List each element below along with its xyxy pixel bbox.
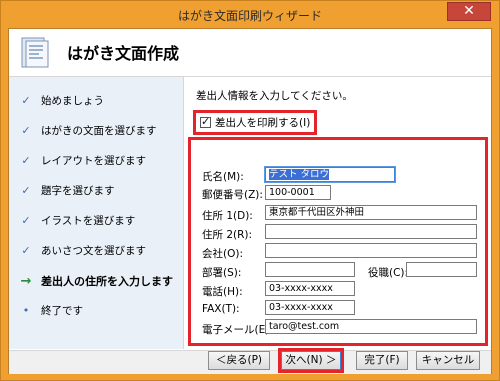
print-sender-label[interactable]: 差出人を印刷する(I) xyxy=(215,115,310,130)
company-label: 会社(O): xyxy=(202,248,243,260)
department-field[interactable] xyxy=(265,262,355,277)
step-item: ✓ 題字を選びます xyxy=(19,183,115,198)
name-label: 氏名(M): xyxy=(202,171,244,183)
position-field[interactable] xyxy=(406,262,477,277)
step-item: ✓ はがきの文面を選びます xyxy=(19,123,157,138)
print-sender-checkbox-highlight: 差出人を印刷する(I) xyxy=(193,110,318,135)
fax-label: FAX(T): xyxy=(202,303,240,315)
checkmark-icon: ✓ xyxy=(21,94,31,107)
wizard-steps-sidebar: ✓ 始めましょう ✓ はがきの文面を選びます ✓ レイアウトを選びます ✓ 題字… xyxy=(9,77,184,349)
phone-label: 電話(H): xyxy=(202,286,243,298)
wizard-client-area: はがき文面作成 ✓ 始めましょう ✓ はがきの文面を選びます ✓ レイアウトを選… xyxy=(8,28,492,374)
company-field[interactable] xyxy=(265,243,477,258)
step-label: 題字を選びます xyxy=(41,185,115,197)
back-button[interactable]: ＜戻る(P) xyxy=(208,351,270,370)
email-label: 電子メール(E): xyxy=(202,324,273,336)
next-button[interactable]: 次へ(N) ＞ xyxy=(281,351,341,370)
step-item: • 終了です xyxy=(19,303,83,318)
instruction-text: 差出人情報を入力してください。 xyxy=(196,90,353,102)
step-label: イラストを選びます xyxy=(41,215,136,227)
fax-field[interactable]: 03-xxxx-xxxx xyxy=(265,300,355,315)
wizard-header: はがき文面作成 xyxy=(9,29,491,77)
email-field[interactable]: taro@test.com xyxy=(265,319,477,334)
address1-field[interactable]: 東京都千代田区外神田 xyxy=(265,205,477,220)
step-label: はがきの文面を選びます xyxy=(41,125,157,137)
postal-label: 郵便番号(Z): xyxy=(202,189,263,201)
position-label: 役職(C): xyxy=(368,267,409,279)
print-sender-checkbox[interactable] xyxy=(200,115,211,128)
step-item: ✓ 始めましょう xyxy=(19,93,104,108)
wizard-window: はがき文面印刷ウィザード ✕ はがき文面作成 ✓ 始めましょう ✓ はがきの文面… xyxy=(0,0,500,381)
name-field[interactable]: テスト タロウ xyxy=(265,167,395,182)
arrow-right-icon: → xyxy=(20,273,32,289)
document-icon xyxy=(21,37,49,68)
page-title: はがき文面作成 xyxy=(67,44,180,63)
checkmark-icon: ✓ xyxy=(21,184,31,197)
step-item-current: → 差出人の住所を入力します xyxy=(19,273,173,289)
finish-button[interactable]: 完了(F) xyxy=(356,351,408,370)
title-bar[interactable]: はがき文面印刷ウィザード ✕ xyxy=(1,1,499,28)
step-item: ✓ レイアウトを選びます xyxy=(19,153,146,168)
step-item: ✓ イラストを選びます xyxy=(19,213,135,228)
step-label: 差出人の住所を入力します xyxy=(41,275,173,288)
checkmark-icon: ✓ xyxy=(21,154,31,167)
checkmark-icon: ✓ xyxy=(21,244,31,257)
checkmark-icon: ✓ xyxy=(21,124,31,137)
department-label: 部署(S): xyxy=(202,267,242,279)
step-label: 始めましょう xyxy=(41,95,104,107)
wizard-footer: ＜戻る(P) 次へ(N) ＞ 完了(F) キャンセル xyxy=(9,348,491,374)
address2-label: 住所 2(R): xyxy=(202,229,253,241)
close-button[interactable]: ✕ xyxy=(447,2,491,21)
phone-field[interactable]: 03-xxxx-xxxx xyxy=(265,281,355,296)
step-label: レイアウトを選びます xyxy=(41,155,146,167)
sender-info-panel: 差出人情報を入力してください。 差出人を印刷する(I) 氏名(M): テスト タ… xyxy=(184,77,491,349)
postal-code-field[interactable]: 100-0001 xyxy=(265,185,331,200)
bullet-icon: • xyxy=(22,304,30,317)
address1-label: 住所 1(D): xyxy=(202,210,253,222)
step-label: あいさつ文を選びます xyxy=(41,245,146,257)
step-item: ✓ あいさつ文を選びます xyxy=(19,243,146,258)
step-label: 終了です xyxy=(41,305,83,317)
checkmark-icon: ✓ xyxy=(21,214,31,227)
name-value: テスト タロウ xyxy=(269,169,330,180)
window-title: はがき文面印刷ウィザード xyxy=(177,9,322,23)
address2-field[interactable] xyxy=(265,224,477,239)
cancel-button[interactable]: キャンセル xyxy=(416,351,480,370)
